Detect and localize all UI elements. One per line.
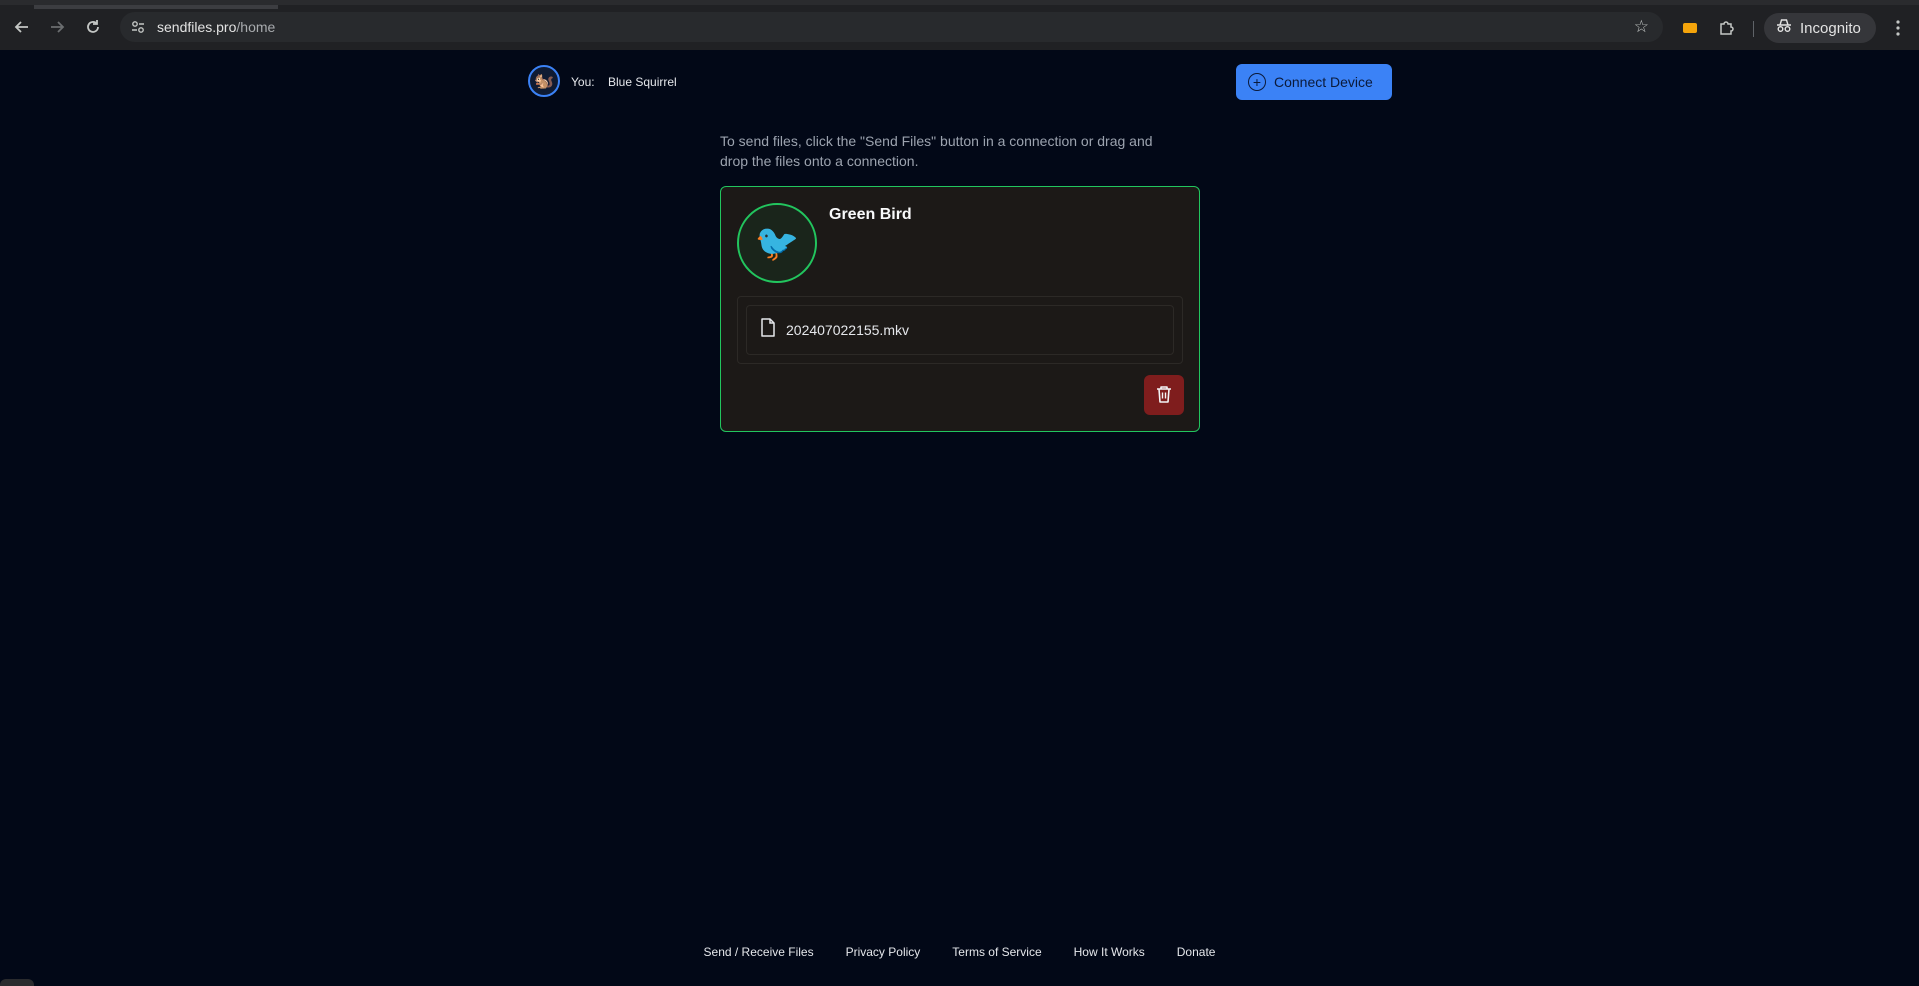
puzzle-icon[interactable] [1718,19,1736,37]
footer-nav: Send / Receive Files Privacy Policy Term… [0,945,1919,963]
tab-strip-edge [34,5,278,9]
back-icon[interactable] [14,19,30,35]
site-info-icon[interactable] [130,19,146,35]
star-icon[interactable]: ☆ [1634,17,1649,37]
footer-link-how-it-works[interactable]: How It Works [1074,945,1145,963]
menu-icon[interactable] [1890,19,1906,37]
connection-card[interactable]: 🐦 Green Bird 202407022155.mkv [720,186,1200,432]
you-label: You: [571,75,595,89]
footer-link-send-receive[interactable]: Send / Receive Files [704,945,814,963]
user-name: Blue Squirrel [608,75,677,89]
incognito-icon [1776,19,1792,37]
squirrel-icon: 🐿️ [534,73,554,90]
connect-device-label: Connect Device [1274,74,1373,90]
connect-device-button[interactable]: + Connect Device [1236,64,1392,100]
corner-indicator [0,979,34,986]
url-text: sendfiles.pro/home [157,19,276,35]
address-bar[interactable]: sendfiles.pro/home ☆ [120,12,1663,42]
trash-icon [1156,385,1172,406]
incognito-badge[interactable]: Incognito [1764,13,1876,43]
file-item[interactable]: 202407022155.mkv [746,305,1174,355]
footer-link-donate[interactable]: Donate [1177,945,1216,963]
toolbar-divider [1753,21,1754,37]
delete-connection-button[interactable] [1144,375,1184,415]
peer-avatar: 🐦 [737,203,817,283]
forward-icon[interactable] [49,19,65,35]
extension-icon[interactable] [1683,23,1697,33]
reload-icon[interactable] [85,19,101,35]
footer-link-privacy[interactable]: Privacy Policy [846,945,921,963]
plus-circle-icon: + [1248,73,1266,91]
file-list: 202407022155.mkv [737,296,1183,364]
file-icon [760,318,776,342]
file-name: 202407022155.mkv [786,322,909,338]
bird-icon: 🐦 [754,222,800,263]
incognito-label: Incognito [1800,19,1861,37]
user-avatar: 🐿️ [528,65,560,97]
footer-link-terms[interactable]: Terms of Service [952,945,1041,963]
peer-name: Green Bird [829,206,912,223]
instructions-text: To send files, click the "Send Files" bu… [720,133,1153,169]
browser-toolbar: sendfiles.pro/home ☆ Incognito [0,0,1919,50]
